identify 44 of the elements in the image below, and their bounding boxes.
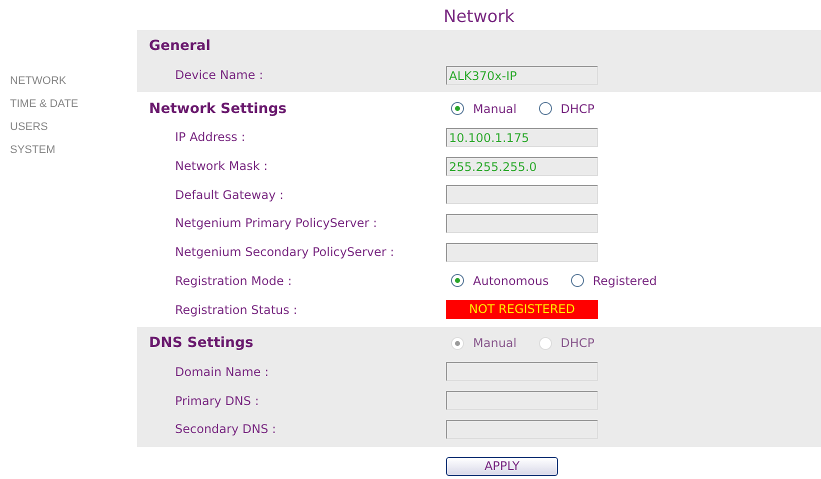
input-field[interactable] bbox=[446, 185, 598, 204]
radio-button[interactable] bbox=[538, 102, 552, 116]
field-label: IP Address : bbox=[174, 130, 246, 144]
input-field[interactable]: ALK370x-IP bbox=[446, 66, 598, 85]
field-label: Registration Mode : bbox=[174, 274, 293, 288]
apply-button[interactable]: APPLY bbox=[446, 456, 558, 476]
field-label: Domain Name : bbox=[174, 364, 270, 379]
radio-label: Manual bbox=[473, 102, 517, 116]
radio-option[interactable]: Autonomous bbox=[451, 274, 549, 288]
page-title: Network bbox=[444, 7, 514, 27]
field-label: Primary DNS : bbox=[174, 394, 260, 408]
field-label: Netgenium Secondary PolicyServer : bbox=[174, 245, 396, 260]
field-label: Secondary DNS : bbox=[174, 422, 278, 436]
nav-link[interactable]: SYSTEM bbox=[10, 142, 56, 158]
nav-link[interactable]: NETWORK bbox=[10, 73, 66, 89]
field-label: Default Gateway : bbox=[174, 188, 285, 202]
section-heading: DNS Settings bbox=[149, 335, 254, 352]
input-field[interactable] bbox=[446, 242, 598, 262]
input-field[interactable]: 10.100.1.175 bbox=[446, 128, 598, 147]
radio-button[interactable] bbox=[570, 274, 584, 288]
radio-option[interactable]: Registered bbox=[570, 274, 657, 288]
radio-button[interactable] bbox=[451, 274, 464, 288]
input-field[interactable] bbox=[446, 391, 598, 410]
input-field[interactable] bbox=[446, 214, 598, 233]
section-heading: Network Settings bbox=[149, 100, 288, 117]
input-field[interactable] bbox=[446, 362, 598, 382]
radio-button[interactable] bbox=[451, 102, 464, 116]
field-label: Network Mask : bbox=[174, 159, 269, 174]
nav-link[interactable]: TIME & DATE bbox=[10, 96, 78, 112]
field-label: Device Name : bbox=[174, 68, 264, 82]
status-indicator: NOT REGISTERED bbox=[446, 300, 598, 320]
field-label: Netgenium Primary PolicyServer : bbox=[174, 216, 378, 230]
radio-label: DHCP bbox=[560, 336, 594, 350]
radio-option[interactable]: Manual bbox=[451, 102, 517, 116]
section-heading: General bbox=[149, 38, 212, 54]
input-field[interactable]: 255.255.255.0 bbox=[446, 156, 598, 176]
radio-option[interactable]: DHCP bbox=[538, 102, 594, 116]
radio-label: Autonomous bbox=[473, 274, 549, 288]
radio-label: Manual bbox=[473, 336, 517, 350]
input-field[interactable] bbox=[446, 420, 598, 439]
radio-label: DHCP bbox=[560, 102, 594, 116]
radio-label: Registered bbox=[592, 274, 657, 288]
nav-link[interactable]: USERS bbox=[10, 119, 48, 135]
field-label: Registration Status : bbox=[174, 302, 298, 317]
